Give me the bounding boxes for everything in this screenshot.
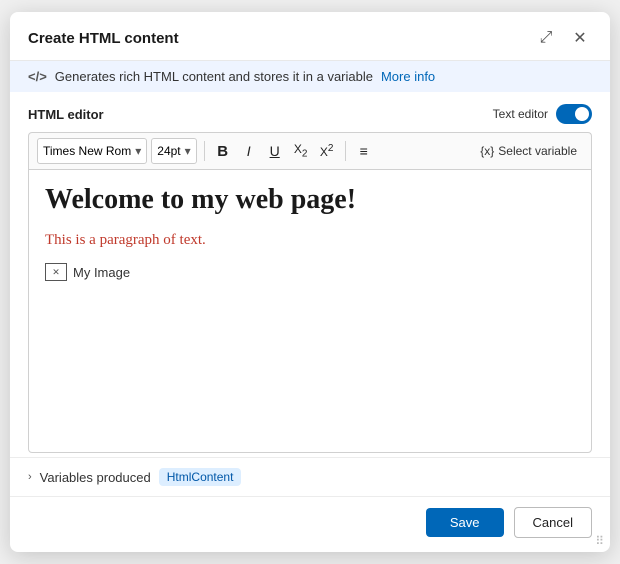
dialog-footer: Save Cancel — [10, 496, 610, 552]
align-button[interactable]: ≡ — [353, 138, 375, 164]
font-family-value: Times New Rom — [43, 144, 131, 158]
toggle-knob — [575, 107, 589, 121]
underline-button[interactable]: U — [264, 138, 286, 164]
image-label: My Image — [73, 265, 130, 280]
more-info-link[interactable]: More info — [381, 69, 435, 84]
font-size-chevron: ▾ — [185, 144, 191, 158]
editor-heading: Welcome to my web page! — [45, 184, 575, 216]
close-button[interactable]: ✕ — [568, 26, 592, 50]
expand-icon: ⤢ — [540, 29, 553, 47]
expand-button[interactable]: ⤢ — [534, 26, 558, 50]
close-icon: ✕ — [573, 28, 586, 48]
html-editor-label: HTML editor — [28, 107, 104, 122]
superscript-button[interactable]: X2 — [316, 138, 338, 164]
info-bar-text: Generates rich HTML content and stores i… — [55, 69, 373, 84]
html-content-badge: HtmlContent — [159, 468, 242, 486]
select-variable-label: Select variable — [498, 144, 577, 158]
dialog-header: Create HTML content ⤢ ✕ — [10, 12, 610, 61]
editor-section: HTML editor Text editor Times New Rom ▾ … — [10, 92, 610, 453]
text-editor-label: Text editor — [493, 107, 548, 121]
editor-toolbar: Times New Rom ▾ 24pt ▾ B I U X2 X2 ≡ {x}… — [28, 132, 592, 169]
info-bar: </> Generates rich HTML content and stor… — [10, 61, 610, 92]
image-placeholder-icon — [45, 263, 67, 281]
editor-image-row: My Image — [45, 263, 575, 281]
code-icon: </> — [28, 69, 47, 84]
variables-produced-label: Variables produced — [40, 470, 151, 485]
superscript-label: X2 — [320, 143, 334, 159]
editor-paragraph: This is a paragraph of text. — [45, 232, 575, 249]
font-size-value: 24pt — [157, 144, 180, 158]
cancel-button[interactable]: Cancel — [514, 507, 592, 538]
text-editor-toggle-switch[interactable] — [556, 104, 592, 124]
text-editor-toggle-row: Text editor — [493, 104, 592, 124]
variables-row[interactable]: › Variables produced HtmlContent — [10, 457, 610, 496]
toolbar-separator-2 — [345, 141, 346, 161]
editor-content-area[interactable]: Welcome to my web page! This is a paragr… — [28, 169, 592, 453]
resize-handle: ⠿ — [595, 534, 604, 548]
toolbar-separator-1 — [204, 141, 205, 161]
subscript-button[interactable]: X2 — [290, 138, 312, 164]
editor-label-row: HTML editor Text editor — [28, 104, 592, 124]
variables-chevron-icon: › — [28, 471, 32, 483]
create-html-content-dialog: Create HTML content ⤢ ✕ </> Generates ri… — [10, 12, 610, 552]
variable-icon: {x} — [480, 144, 494, 158]
dialog-title: Create HTML content — [28, 30, 179, 47]
font-family-dropdown[interactable]: Times New Rom ▾ — [37, 138, 147, 164]
save-button[interactable]: Save — [426, 508, 504, 537]
font-family-chevron: ▾ — [135, 144, 141, 158]
italic-button[interactable]: I — [238, 138, 260, 164]
font-size-dropdown[interactable]: 24pt ▾ — [151, 138, 196, 164]
header-icons: ⤢ ✕ — [534, 26, 592, 50]
subscript-label: X2 — [294, 142, 308, 159]
select-variable-button[interactable]: {x} Select variable — [474, 142, 583, 160]
bold-button[interactable]: B — [212, 138, 234, 164]
